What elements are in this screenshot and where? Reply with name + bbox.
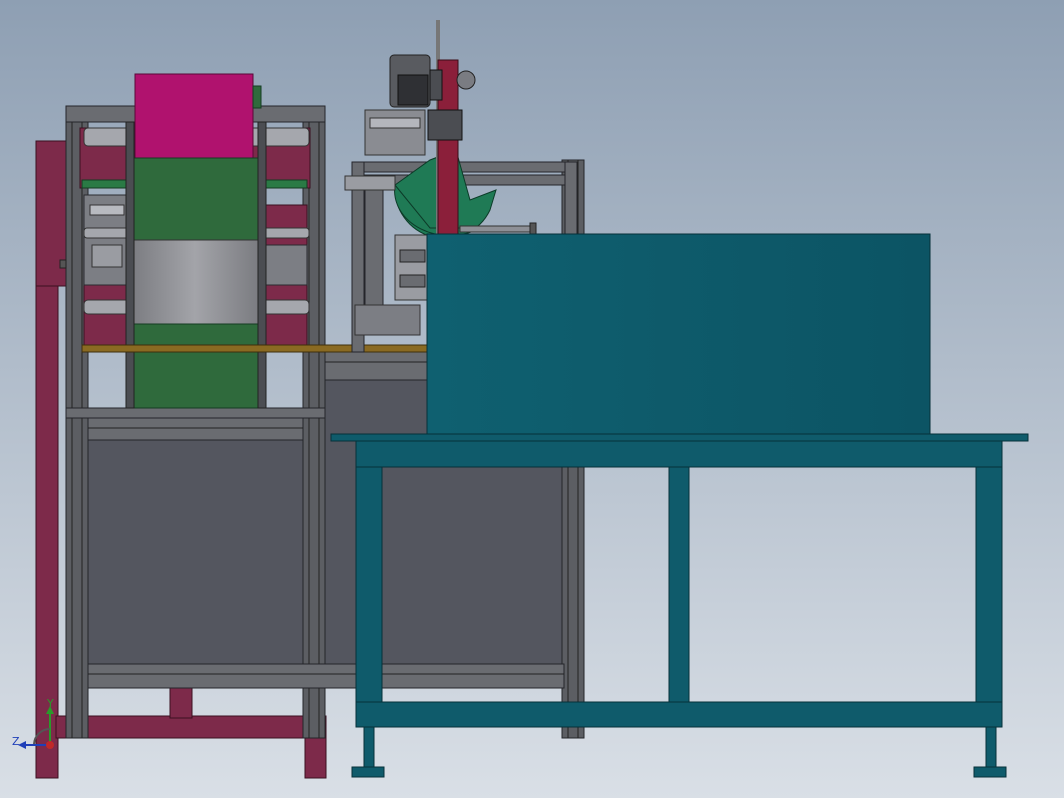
- maroon-foot-mid: [169, 687, 193, 719]
- triad-y-label: Y: [47, 697, 54, 710]
- rail-lower-1: [87, 417, 304, 441]
- table-stretcher: [355, 701, 1003, 728]
- roll-green-upper: [129, 157, 261, 241]
- table-leg-left: [355, 466, 383, 728]
- cad-viewport[interactable]: Y Z: [0, 0, 1064, 798]
- triad-z-label: Z: [12, 735, 20, 748]
- cabinet-panel-left: [87, 424, 304, 671]
- table-leg-right: [975, 466, 1003, 728]
- roll-magenta: [134, 73, 254, 160]
- table-top: [330, 433, 1029, 442]
- cad-drawing: [0, 0, 1064, 798]
- maroon-foot-right: [304, 737, 327, 779]
- mid-rail: [65, 407, 326, 419]
- maroon-block-left: [83, 284, 131, 346]
- table-apron: [355, 440, 1003, 468]
- frame-post-2: [302, 105, 326, 739]
- maroon-block-right: [264, 204, 308, 246]
- maroon-block-right2: [264, 284, 308, 346]
- roll-green-lower: [129, 323, 261, 409]
- teal-enclosure: [426, 233, 931, 435]
- roll-gray: [129, 239, 261, 325]
- rail-bottom: [87, 663, 565, 689]
- maroon-base-beam: [55, 715, 327, 739]
